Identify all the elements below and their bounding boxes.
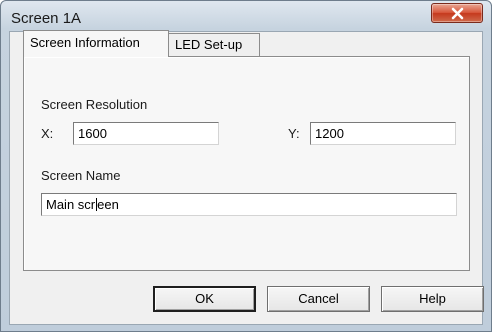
ok-button[interactable]: OK xyxy=(153,286,256,312)
screen-name-value-end: een xyxy=(97,197,119,212)
y-resolution-input[interactable]: 1200 xyxy=(310,122,456,145)
dialog-window: Screen 1A Screen Information LED Set-up … xyxy=(0,0,492,332)
tab-panel-screen-information xyxy=(23,56,470,271)
screen-name-heading: Screen Name xyxy=(41,168,121,183)
help-button[interactable]: Help xyxy=(381,286,484,312)
x-label: X: xyxy=(41,126,54,141)
screen-name-value-start: Main scr xyxy=(46,197,96,212)
x-resolution-value: 1600 xyxy=(78,126,107,141)
tab-screen-information[interactable]: Screen Information xyxy=(23,30,169,57)
cancel-button[interactable]: Cancel xyxy=(267,286,370,312)
window-title: Screen 1A xyxy=(11,10,82,27)
y-resolution-value: 1200 xyxy=(315,126,344,141)
close-button[interactable] xyxy=(431,3,483,23)
screen-resolution-heading: Screen Resolution xyxy=(41,97,148,112)
screen-name-input[interactable]: Main scr een xyxy=(41,193,457,216)
close-icon xyxy=(451,7,464,20)
tab-led-setup[interactable]: LED Set-up xyxy=(168,33,260,56)
x-resolution-input[interactable]: 1600 xyxy=(73,122,219,145)
y-label: Y: xyxy=(288,126,300,141)
